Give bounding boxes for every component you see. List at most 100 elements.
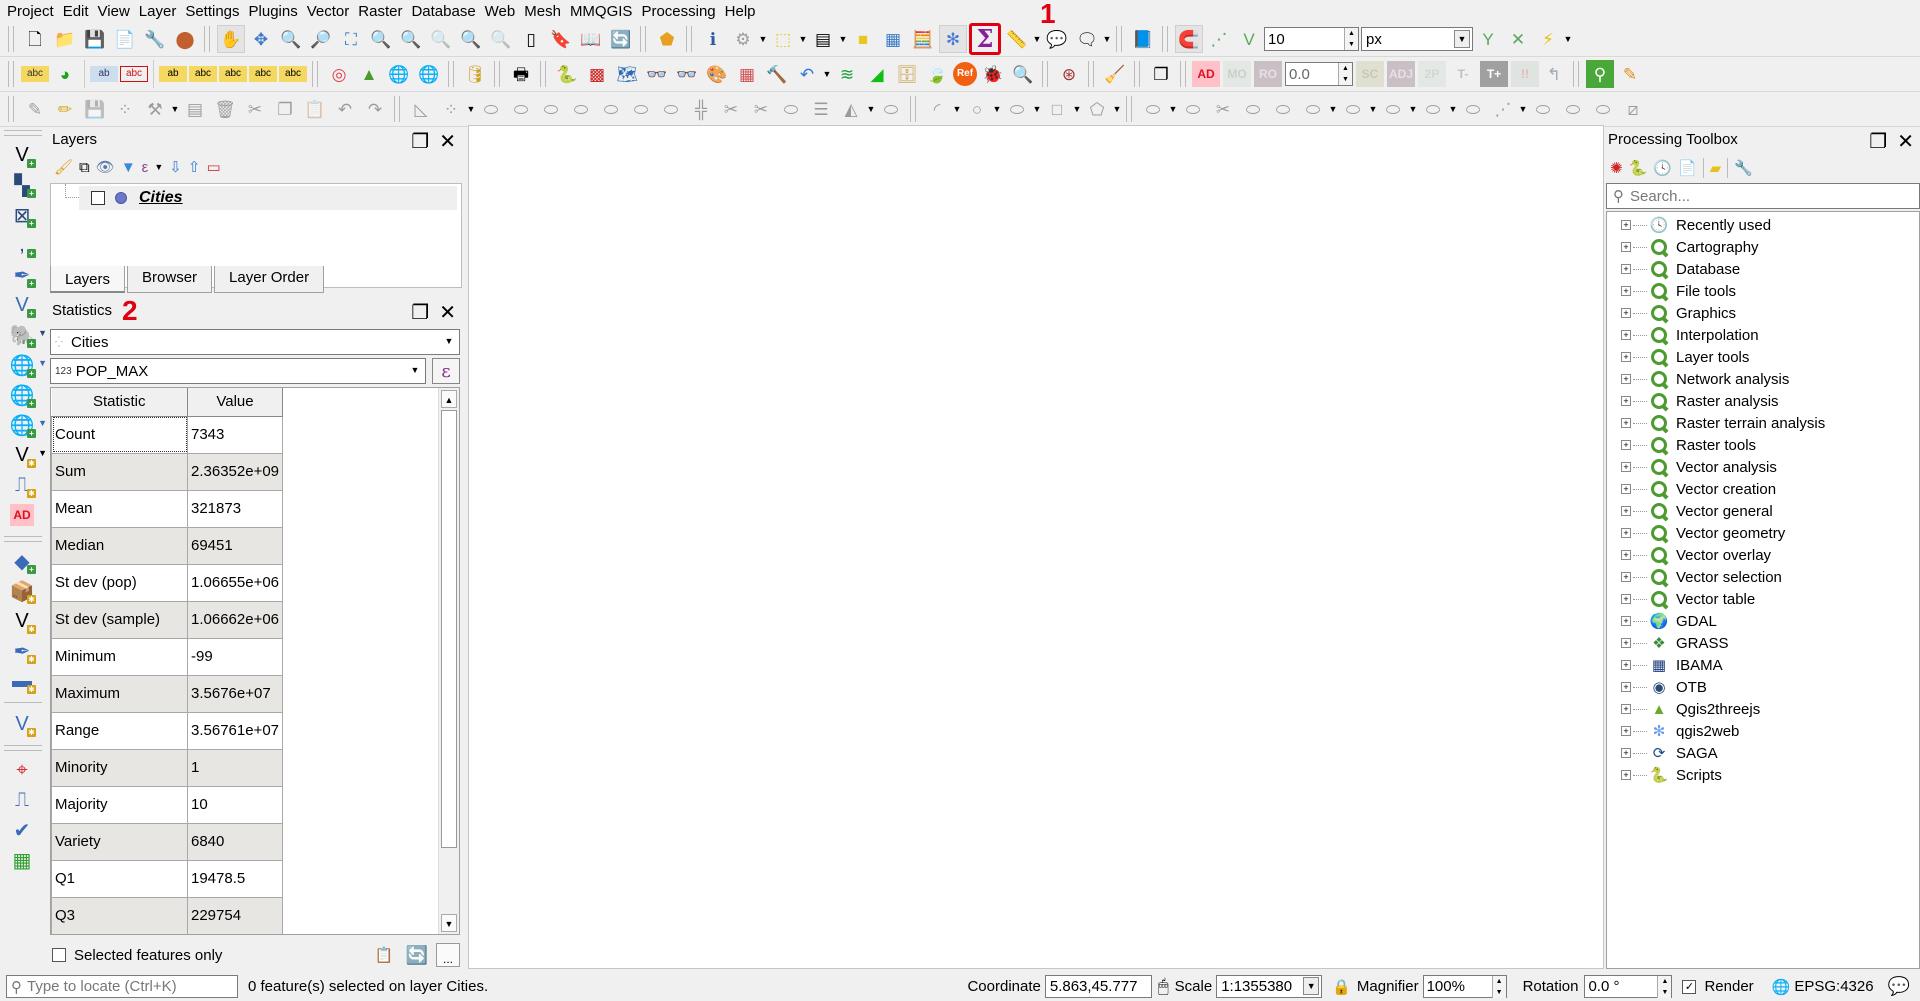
dropdown-arrow-icon[interactable]: ▼ bbox=[1102, 34, 1112, 44]
show-statistical-summary-button[interactable]: Σ bbox=[969, 23, 1001, 55]
field-calculator-icon[interactable]: 🧮 bbox=[909, 25, 937, 53]
expand-icon[interactable]: + bbox=[1621, 484, 1631, 494]
expand-icon[interactable]: + bbox=[1621, 506, 1631, 516]
new-geopackage-icon[interactable]: 📦 ✱ bbox=[5, 576, 39, 606]
toolbar-handle[interactable] bbox=[910, 96, 916, 122]
layers-stack-icon[interactable]: ≋ bbox=[833, 60, 861, 88]
tab-layers[interactable]: Layers bbox=[50, 266, 126, 293]
advanced-edit-13-icon[interactable]: ⬭ bbox=[1559, 95, 1587, 123]
advanced-edit-2-icon[interactable]: ⬭ bbox=[1179, 95, 1207, 123]
locator-search-input[interactable]: ⚲ Type to locate (Ctrl+K) bbox=[6, 975, 238, 998]
statistic-name-cell[interactable]: St dev (sample) bbox=[51, 600, 188, 639]
chevron-down-icon[interactable]: ▼ bbox=[1454, 30, 1470, 48]
advanced-edit-11-icon[interactable]: ⋰ bbox=[1489, 95, 1517, 123]
snapping-mode-icon[interactable]: ⋰ bbox=[1205, 25, 1233, 53]
chevron-down-icon[interactable]: ▼ bbox=[407, 361, 423, 379]
expand-icon[interactable]: + bbox=[1621, 616, 1631, 626]
merge-attributes-icon[interactable]: ☰ bbox=[807, 95, 835, 123]
rotation-spinbox[interactable]: 0.0 ° ▲ ▼ bbox=[1584, 975, 1673, 998]
refresh-statistics-icon[interactable]: 🔄 bbox=[406, 945, 428, 966]
advanced-digitize-2p-button[interactable]: 2P bbox=[1418, 61, 1446, 87]
tracing-icon[interactable]: ⚡ bbox=[1534, 25, 1562, 53]
advanced-digitize-value-spinbox[interactable]: 0.0 ▲ ▼ bbox=[1285, 62, 1353, 86]
delete-ring-icon[interactable]: ⬭ bbox=[537, 95, 565, 123]
expand-icon[interactable]: + bbox=[1621, 572, 1631, 582]
new-map-view-icon[interactable]: ▯ bbox=[517, 25, 545, 53]
dropdown-arrow-icon[interactable]: ▼ bbox=[1072, 104, 1082, 114]
new-spatialite-layer-icon[interactable]: ✒ ✱ bbox=[5, 636, 39, 666]
new-project-icon[interactable]: 🗋 bbox=[21, 25, 49, 53]
advanced-edit-9-icon[interactable]: ⬭ bbox=[1419, 95, 1447, 123]
shape-polygon-icon[interactable]: ⬠ bbox=[1083, 95, 1111, 123]
db-manager-icon[interactable]: 🛢 bbox=[461, 60, 489, 88]
layer-name[interactable]: Cities bbox=[139, 189, 183, 207]
zoom-out-icon[interactable]: 🔎 bbox=[307, 25, 335, 53]
show-hide-labels-icon[interactable]: abc bbox=[189, 66, 217, 82]
new-bookmark-icon[interactable]: 🔖 bbox=[547, 25, 575, 53]
temporal-controller-icon[interactable]: ⬟ bbox=[653, 25, 681, 53]
split-features-icon[interactable]: ✂ bbox=[717, 95, 745, 123]
add-part-icon[interactable]: ⬭ bbox=[477, 95, 505, 123]
deselect-all-icon[interactable]: ■ bbox=[849, 25, 877, 53]
menu-view[interactable]: View bbox=[95, 3, 136, 20]
toolbar-handle[interactable] bbox=[394, 96, 400, 122]
statistics-row[interactable]: Minimum -99 bbox=[51, 637, 283, 676]
models-icon[interactable]: ✺ bbox=[1610, 159, 1623, 177]
add-wcs-icon[interactable]: 🌐 + ▼ bbox=[5, 410, 47, 440]
scroll-down-icon[interactable]: ▼ bbox=[441, 914, 457, 932]
statistic-name-cell[interactable]: Q1 bbox=[51, 859, 188, 898]
expand-icon[interactable]: + bbox=[1621, 462, 1631, 472]
help-contents-icon[interactable]: 📘 bbox=[1129, 25, 1157, 53]
mosaic-plugin-icon[interactable]: ▩ bbox=[583, 60, 611, 88]
shape-circle-icon[interactable]: ○ bbox=[963, 95, 991, 123]
dropdown-arrow-icon[interactable]: ▼ bbox=[1032, 34, 1042, 44]
zoom-to-layer-icon[interactable]: 🔍 bbox=[397, 25, 425, 53]
toolbar-handle[interactable] bbox=[8, 26, 14, 52]
statistic-name-cell[interactable]: Variety bbox=[51, 822, 188, 861]
move-label-icon[interactable]: abc bbox=[219, 66, 247, 82]
advanced-digitize-excl-button[interactable]: !! bbox=[1511, 61, 1539, 87]
advanced-edit-14-icon[interactable]: ⬭ bbox=[1589, 95, 1617, 123]
expand-icon[interactable]: + bbox=[1621, 528, 1631, 538]
statistic-name-cell[interactable]: Range bbox=[51, 711, 188, 750]
expand-icon[interactable]: + bbox=[1621, 550, 1631, 560]
statistics-options-button[interactable]: ... bbox=[436, 943, 460, 967]
processing-provider-item[interactable]: + 🌍 GDAL bbox=[1607, 610, 1717, 632]
menu-processing[interactable]: Processing bbox=[638, 3, 721, 20]
zoom-to-selection-icon[interactable]: 🔍 bbox=[367, 25, 395, 53]
add-mesh-layer-icon[interactable]: ⊠ + bbox=[5, 200, 39, 230]
statistic-value-cell[interactable]: 10 bbox=[187, 785, 283, 824]
advanced-digitize-tminus-button[interactable]: T- bbox=[1449, 61, 1477, 87]
expand-icon[interactable]: + bbox=[1621, 308, 1631, 318]
statistic-value-cell[interactable]: 69451 bbox=[187, 526, 283, 565]
processing-provider-item[interactable]: + Vector general bbox=[1607, 500, 1773, 522]
processing-provider-item[interactable]: + Vector creation bbox=[1607, 478, 1776, 500]
statistic-value-cell[interactable]: 2.36352e+09 bbox=[187, 452, 283, 491]
menu-settings[interactable]: Settings bbox=[182, 3, 245, 20]
zoom-next-icon[interactable]: 🔍 bbox=[487, 25, 515, 53]
menu-layer[interactable]: Layer bbox=[136, 3, 183, 20]
glasses-icon[interactable]: 👓 bbox=[643, 60, 671, 88]
close-icon[interactable]: ✕ bbox=[439, 129, 456, 154]
copy-features-icon[interactable]: ❐ bbox=[271, 95, 299, 123]
merge-features-icon[interactable]: ⬭ bbox=[777, 95, 805, 123]
expand-icon[interactable]: + bbox=[1621, 704, 1631, 714]
statistic-name-cell[interactable]: Maximum bbox=[51, 674, 188, 713]
python-console-icon[interactable]: 🐍 bbox=[553, 60, 581, 88]
highlight-pinned-labels-icon[interactable]: ab bbox=[90, 66, 118, 82]
statistics-row[interactable]: Variety 6840 bbox=[51, 822, 283, 861]
toolbar-handle[interactable] bbox=[494, 61, 500, 87]
expand-icon[interactable]: + bbox=[1621, 242, 1631, 252]
show-bookmarks-icon[interactable]: 📖 bbox=[577, 25, 605, 53]
column-header-value[interactable]: Value bbox=[187, 388, 283, 417]
open-layer-styling-icon[interactable]: 🖌 bbox=[54, 158, 73, 176]
dropdown-arrow-icon[interactable]: ▼ bbox=[838, 34, 848, 44]
menu-mesh[interactable]: Mesh bbox=[521, 3, 567, 20]
rotate-point-symbols-icon[interactable]: ◭ bbox=[837, 95, 865, 123]
quickmapservices-icon[interactable]: 🌐 bbox=[385, 60, 413, 88]
toolbar-handle[interactable] bbox=[4, 130, 42, 136]
expand-icon[interactable]: + bbox=[1621, 220, 1631, 230]
dropdown-arrow-icon[interactable]: ▼ bbox=[1168, 104, 1178, 114]
processing-provider-item[interactable]: + ❖ GRASS bbox=[1607, 632, 1729, 654]
processing-provider-item[interactable]: + ▲ Qgis2threejs bbox=[1607, 698, 1760, 720]
